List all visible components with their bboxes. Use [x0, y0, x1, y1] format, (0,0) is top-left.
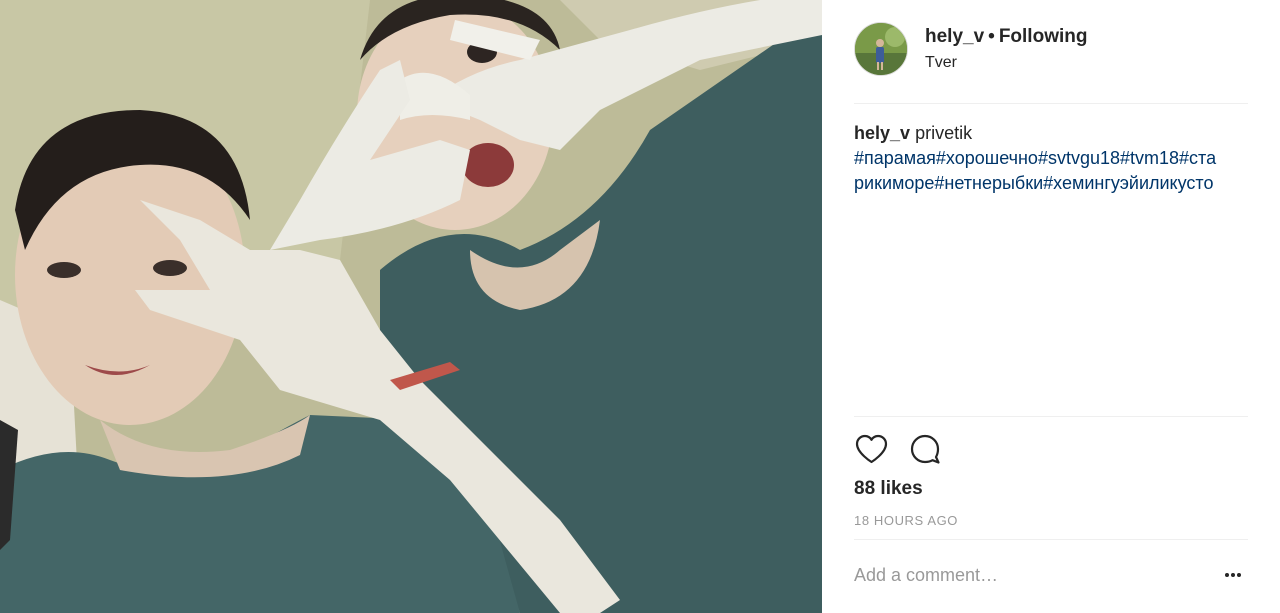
post-header: hely_v • Following Tver	[854, 20, 1248, 104]
header-separator: •	[988, 26, 995, 47]
post-side-panel: hely_v • Following Tver hely_v privetik #п…	[822, 0, 1280, 613]
actions-divider	[854, 416, 1248, 417]
avatar[interactable]	[854, 22, 908, 76]
caption-hashtags[interactable]: #парамая#хорошечно#svtvgu18#tvm18#старик…	[854, 148, 1216, 193]
action-bar	[854, 432, 942, 468]
following-button[interactable]: Following	[999, 26, 1088, 47]
header-title-line: hely_v • Following	[925, 26, 1087, 48]
speech-bubble-icon	[910, 434, 940, 464]
like-button[interactable]	[854, 432, 888, 466]
location-link[interactable]: Tver	[925, 54, 957, 72]
caption-username[interactable]: hely_v	[854, 123, 910, 143]
likes-count[interactable]: 88 likes	[854, 478, 923, 500]
comment-divider	[854, 539, 1248, 540]
comment-input[interactable]	[852, 558, 1216, 592]
post-caption: hely_v privetik #парамая#хорошечно#svtvg…	[854, 121, 1224, 196]
instagram-post: hely_v • Following Tver hely_v privetik #п…	[0, 0, 1280, 613]
ellipsis-dot	[1237, 573, 1241, 577]
ellipsis-icon	[1225, 573, 1229, 577]
caption-text: privetik	[915, 123, 973, 143]
avatar-photo-icon	[855, 23, 907, 75]
more-options-button[interactable]	[1218, 560, 1248, 590]
username-link[interactable]: hely_v	[925, 26, 984, 47]
post-timestamp[interactable]: 18 HOURS AGO	[854, 513, 958, 528]
comment-button[interactable]	[908, 432, 942, 466]
heart-outline-icon	[855, 434, 887, 464]
ellipsis-dot	[1231, 573, 1235, 577]
photo-illustration	[0, 0, 822, 613]
post-photo[interactable]	[0, 0, 822, 613]
